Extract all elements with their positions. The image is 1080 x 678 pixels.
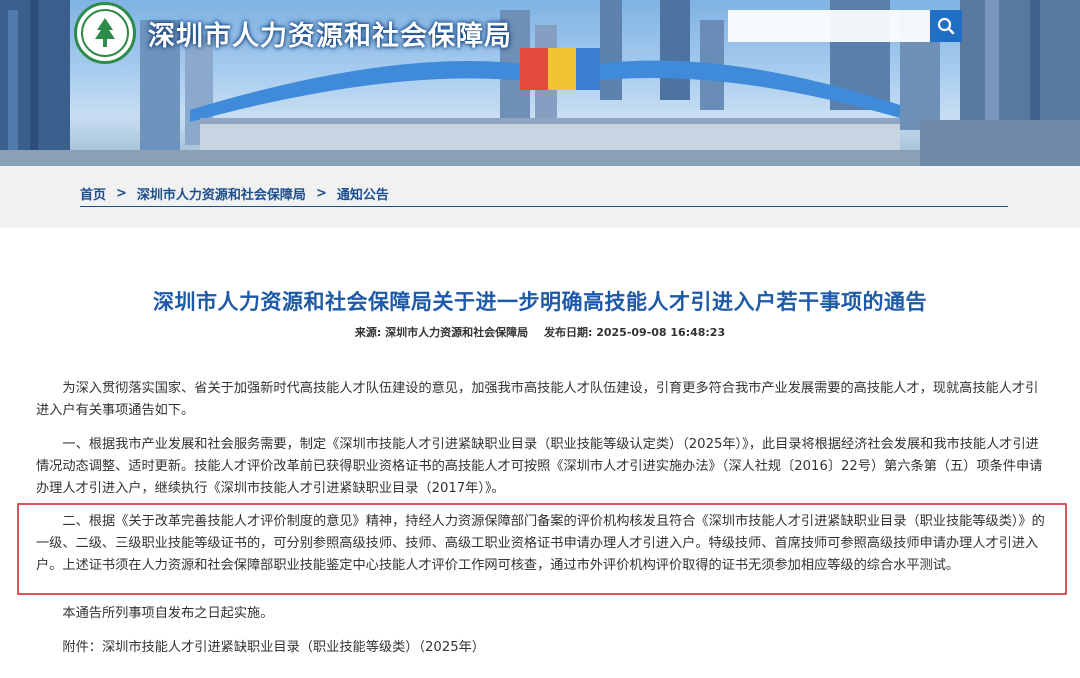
publish-date: 发布日期: 2025-09-08 16:48:23 bbox=[543, 326, 726, 339]
article-attachment[interactable]: 附件：深圳市技能人才引进紧缺职业目录（职业技能等级类）（2025年） bbox=[36, 637, 1048, 659]
breadcrumb-divider bbox=[80, 206, 1008, 207]
article-title: 深圳市人力资源和社会保障局关于进一步明确高技能人才引进入户若干事项的通告 bbox=[153, 290, 927, 314]
article-paragraph-effective: 本通告所列事项自发布之日起实施。 bbox=[62, 606, 274, 621]
source-label: 来源: 深圳市人力资源和社会保障局 bbox=[354, 326, 529, 339]
breadcrumb-strip: 首页 > 深圳市人力资源和社会保障局 > 通知公告 bbox=[0, 166, 1080, 228]
article-paragraph-1: 一、根据我市产业发展和社会服务需要，制定《深圳市技能人才引进紧缺职业目录（职业技… bbox=[36, 437, 1043, 496]
breadcrumb-separator: > bbox=[315, 186, 327, 201]
breadcrumb-notices-link[interactable]: 通知公告 bbox=[337, 184, 389, 203]
shenzhen-hr-logo-icon[interactable] bbox=[74, 2, 136, 64]
article-meta: 来源: 深圳市人力资源和社会保障局 发布日期: 2025-09-08 16:48… bbox=[0, 324, 1080, 340]
breadcrumb: 首页 > 深圳市人力资源和社会保障局 > 通知公告 bbox=[80, 184, 389, 203]
site-title[interactable]: 深圳市人力资源和社会保障局 bbox=[148, 14, 512, 53]
search-button[interactable] bbox=[930, 10, 962, 42]
breadcrumb-separator: > bbox=[116, 186, 127, 201]
breadcrumb-home-link[interactable]: 首页 bbox=[80, 184, 106, 203]
article-paragraph-intro: 为深入贯彻落实国家、省关于加强新时代高技能人才队伍建设的意见，加强我市高技能人才… bbox=[36, 381, 1039, 418]
header-banner: 深圳市人力资源和社会保障局 bbox=[0, 0, 1080, 166]
search-icon[interactable] bbox=[937, 17, 955, 35]
site-logo-group[interactable]: 深圳市人力资源和社会保障局 bbox=[74, 2, 512, 64]
article-paragraph-2: 二、根据《关于改革完善技能人才评价制度的意见》精神，持经人力资源保障部门备案的评… bbox=[36, 514, 1045, 573]
search-box bbox=[728, 10, 962, 42]
search-input[interactable] bbox=[728, 10, 930, 42]
breadcrumb-bureau-link[interactable]: 深圳市人力资源和社会保障局 bbox=[137, 184, 306, 203]
